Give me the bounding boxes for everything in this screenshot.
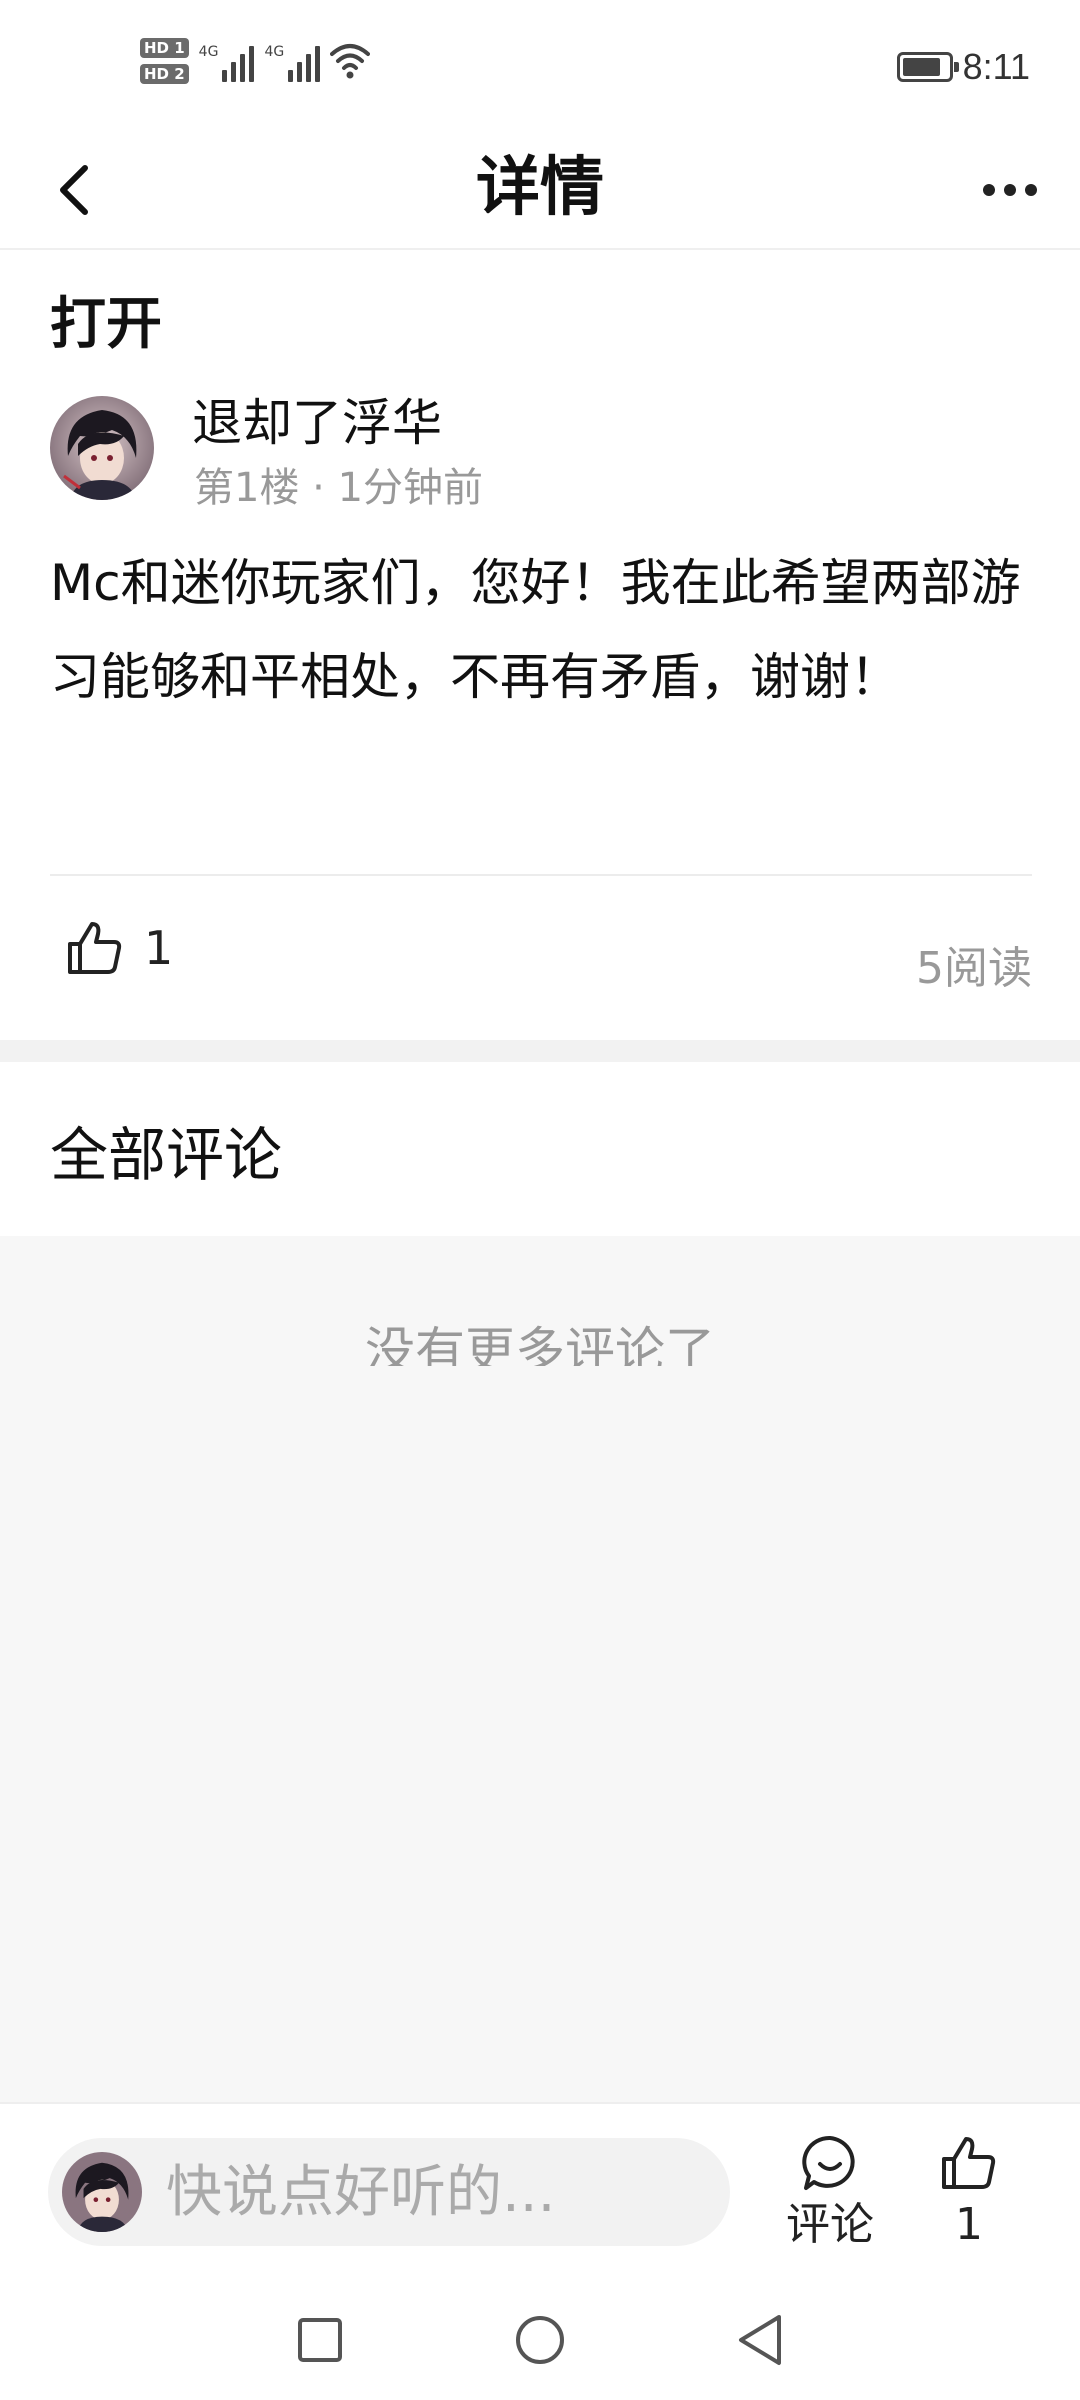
bottom-like-count: 1: [955, 2199, 983, 2250]
section-separator: [0, 1040, 1080, 1062]
app-header: 详情: [0, 130, 1080, 250]
wifi-icon: [330, 44, 371, 79]
post-like-count: 1: [144, 921, 174, 975]
read-count: 5阅读: [916, 943, 1032, 994]
post-like-button[interactable]: 1: [66, 920, 173, 976]
comment-bubble-icon: [802, 2135, 855, 2190]
post-meta: 第1楼 · 1分钟前: [194, 465, 484, 511]
network-type-2: 4G: [264, 44, 285, 60]
more-options-button[interactable]: [970, 160, 1050, 220]
bottom-like-button[interactable]: 1: [940, 2134, 998, 2252]
signal-group: HD 1 HD 2 4G 4G: [140, 38, 371, 84]
hd-badge-sim2: HD 2: [140, 64, 189, 84]
no-more-comments-text: 没有更多评论了: [365, 1322, 715, 1366]
hd-badges: HD 1 HD 2: [140, 38, 189, 84]
divider: [50, 874, 1032, 876]
comment-input-bar: 评论 1: [0, 2102, 1080, 2280]
recent-apps-button[interactable]: [270, 2290, 370, 2390]
author-name[interactable]: 退却了浮华: [192, 392, 442, 454]
author-avatar[interactable]: [50, 396, 154, 500]
hd-badge-sim1: HD 1: [140, 38, 189, 58]
avatar-image: [50, 396, 154, 500]
post-content: Mc和迷你玩家们，您好！我在此希望两部游习能够和平相处，不再有矛盾，谢谢！: [50, 554, 1021, 706]
circle-icon: [516, 2316, 564, 2364]
thumbs-up-icon: [68, 922, 122, 974]
battery-level: [902, 58, 940, 76]
clock-time: 8:11: [962, 46, 1030, 87]
current-user-avatar: [62, 2152, 142, 2232]
status-bar: HD 1 HD 2 4G 4G 8:11: [0, 0, 1080, 130]
comment-button-label: 评论: [786, 2199, 874, 2250]
comment-button[interactable]: 评论: [786, 2134, 874, 2252]
comment-input-container[interactable]: [48, 2138, 730, 2246]
avatar-image: [62, 2152, 142, 2232]
comments-list[interactable]: 没有更多评论了: [0, 1236, 1080, 2102]
comment-input[interactable]: [164, 2158, 684, 2226]
battery-icon: [896, 52, 959, 82]
network-type-1: 4G: [198, 44, 219, 60]
back-nav-button[interactable]: [710, 2290, 810, 2390]
triangle-back-icon: [739, 2315, 781, 2365]
system-navigation-bar: [0, 2280, 1080, 2400]
more-horizontal-icon: [983, 184, 995, 196]
signal-strength-icon-1: 4G: [199, 38, 255, 82]
thumbs-up-icon: [942, 2137, 996, 2189]
post-title: 打开: [50, 292, 162, 357]
battery-status: 8:11: [896, 46, 1030, 88]
comments-section-title: 全部评论: [50, 1121, 283, 1189]
home-button[interactable]: [490, 2290, 590, 2390]
page-title: 详情: [476, 151, 604, 225]
square-icon: [298, 2318, 342, 2362]
signal-strength-icon-2: 4G: [264, 38, 321, 82]
